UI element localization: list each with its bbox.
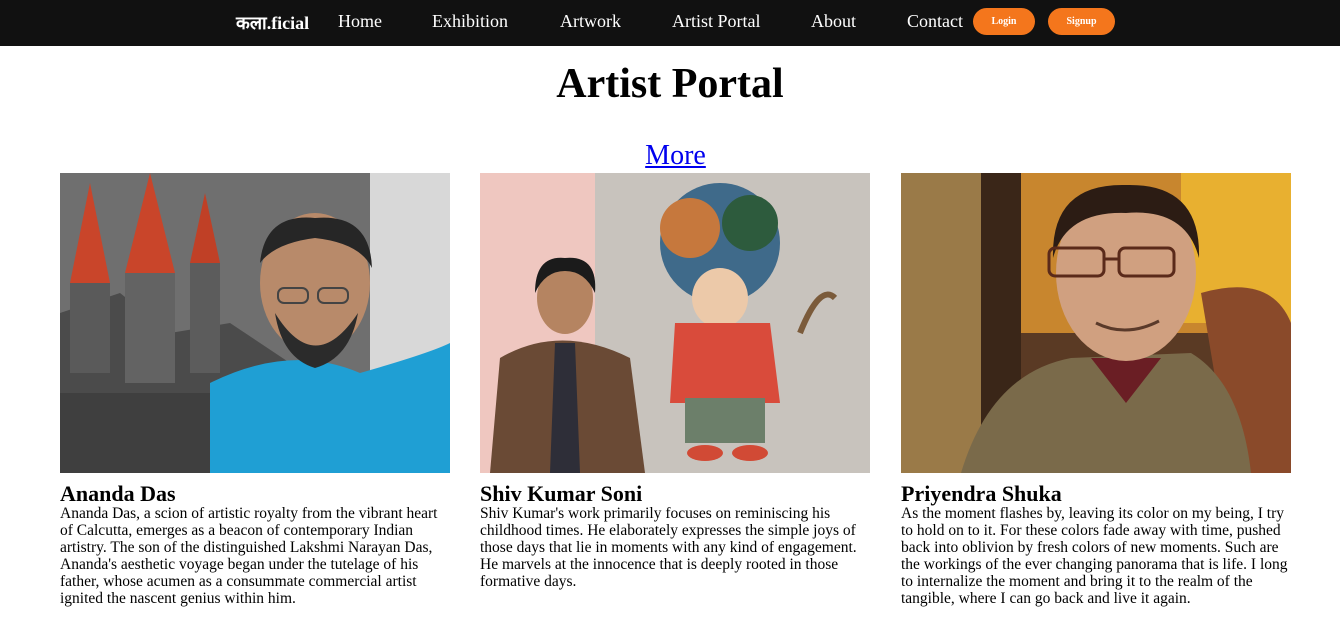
artist-photo <box>60 173 450 473</box>
nav-artist-portal[interactable]: Artist Portal <box>672 11 761 32</box>
artist-bio: Shiv Kumar's work primarily focuses on r… <box>480 505 857 590</box>
artist-card-shiv-kumar-soni: Shiv Kumar Soni Shiv Kumar's work primar… <box>480 173 870 590</box>
nav-home[interactable]: Home <box>338 11 382 32</box>
nav-contact[interactable]: Contact <box>907 11 963 32</box>
artist-photo <box>901 173 1291 473</box>
top-navbar: कला.ficial Home Exhibition Artwork Artis… <box>0 0 1340 46</box>
more-link[interactable]: More <box>0 140 1340 172</box>
nav-exhibition[interactable]: Exhibition <box>432 11 508 32</box>
nav-artwork[interactable]: Artwork <box>560 11 621 32</box>
artist-card-priyendra-shuka: Priyendra Shuka As the moment flashes by… <box>901 173 1291 607</box>
artist-card-ananda-das: Ananda Das Ananda Das, a scion of artist… <box>60 173 450 607</box>
artist-name: Priyendra Shuka <box>901 481 1062 506</box>
brand-logo[interactable]: कला.ficial <box>236 11 309 35</box>
signup-button[interactable]: Signup <box>1048 8 1115 35</box>
artist-bio: As the moment flashes by, leaving its co… <box>901 505 1288 607</box>
artist-name: Shiv Kumar Soni <box>480 481 643 506</box>
artist-bio: Ananda Das, a scion of artistic royalty … <box>60 505 438 607</box>
artist-photo <box>480 173 870 473</box>
page-title: Artist Portal <box>556 61 784 107</box>
login-button[interactable]: Login <box>973 8 1035 35</box>
artist-name: Ananda Das <box>60 481 176 506</box>
nav-about[interactable]: About <box>811 11 856 32</box>
